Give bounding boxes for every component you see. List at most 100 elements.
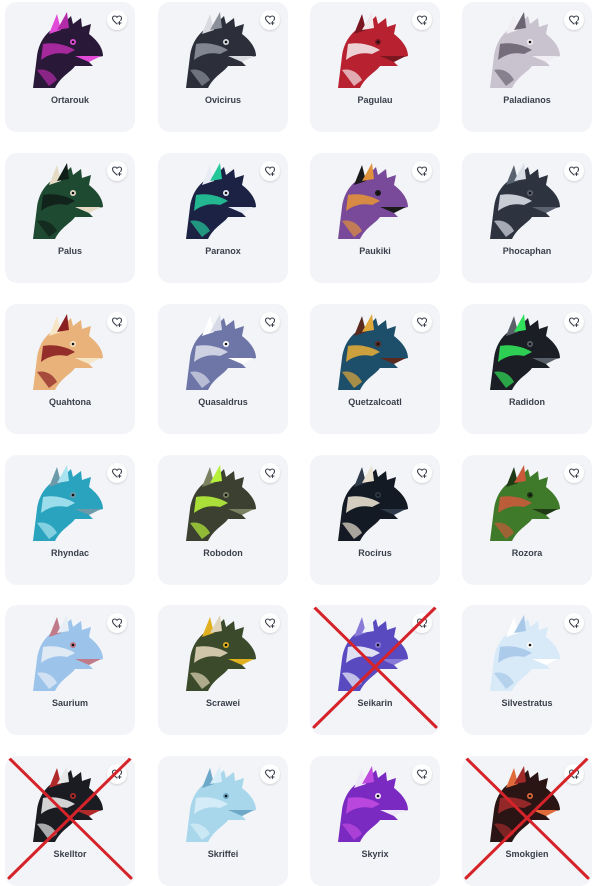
dragon-name: Saurium [51, 698, 88, 708]
dragon-card[interactable]: Robodon [158, 455, 288, 585]
dragon-card[interactable]: Saurium [5, 605, 135, 735]
dragon-portrait [180, 463, 258, 543]
dragon-card[interactable]: Paukiki [310, 153, 440, 283]
dragon-name: Rocirus [358, 548, 392, 558]
dragon-card[interactable]: Ovicirus [158, 2, 288, 132]
favorite-button[interactable] [412, 312, 432, 332]
favorite-button[interactable] [107, 613, 127, 633]
dragon-portrait [180, 161, 258, 241]
heart-plus-icon [111, 617, 123, 629]
dragon-card[interactable]: Silvestratus [462, 605, 592, 735]
favorite-button[interactable] [107, 312, 127, 332]
heart-plus-icon [568, 617, 580, 629]
favorite-button[interactable] [564, 161, 584, 181]
favorite-button[interactable] [564, 613, 584, 633]
favorite-button[interactable] [564, 312, 584, 332]
favorite-button[interactable] [564, 764, 584, 784]
dragon-card[interactable]: Smokgien [462, 756, 592, 886]
dragon-name: Palus [57, 246, 82, 256]
dragon-card[interactable]: Rhyndac [5, 455, 135, 585]
dragon-name: Smokgien [505, 849, 549, 859]
heart-plus-icon [416, 316, 428, 328]
dragon-card[interactable]: Ortarouk [5, 2, 135, 132]
dragon-name: Scrawei [205, 698, 241, 708]
heart-plus-icon [568, 768, 580, 780]
dragon-portrait [27, 613, 105, 693]
heart-plus-icon [264, 316, 276, 328]
favorite-button[interactable] [412, 613, 432, 633]
dragon-name: Pagulau [357, 95, 393, 105]
favorite-button[interactable] [260, 10, 280, 30]
favorite-button[interactable] [412, 10, 432, 30]
favorite-button[interactable] [260, 764, 280, 784]
dragon-name: Ortarouk [50, 95, 89, 105]
favorite-button[interactable] [564, 463, 584, 483]
heart-plus-icon [264, 467, 276, 479]
dragon-name: Robodon [203, 548, 243, 558]
favorite-button[interactable] [107, 161, 127, 181]
heart-plus-icon [264, 768, 276, 780]
dragon-portrait [484, 764, 562, 844]
heart-plus-icon [111, 316, 123, 328]
dragon-portrait [27, 312, 105, 392]
dragon-card[interactable]: Quetzalcoatl [310, 304, 440, 434]
dragon-name: Quasaldrus [198, 397, 248, 407]
dragon-name: Paladianos [503, 95, 551, 105]
dragon-card[interactable]: Paladianos [462, 2, 592, 132]
dragon-name: Rhyndac [50, 548, 89, 558]
dragon-name: Paukiki [359, 246, 391, 256]
dragon-card[interactable]: Scrawei [158, 605, 288, 735]
dragon-card[interactable]: Radidon [462, 304, 592, 434]
heart-plus-icon [568, 316, 580, 328]
dragon-card[interactable]: Phocaphan [462, 153, 592, 283]
heart-plus-icon [111, 768, 123, 780]
dragon-portrait [27, 10, 105, 90]
heart-plus-icon [416, 768, 428, 780]
favorite-button[interactable] [107, 463, 127, 483]
dragon-portrait [332, 613, 410, 693]
dragon-portrait [484, 463, 562, 543]
heart-plus-icon [416, 165, 428, 177]
dragon-card[interactable]: Paranox [158, 153, 288, 283]
favorite-button[interactable] [412, 463, 432, 483]
dragon-card[interactable]: Palus [5, 153, 135, 283]
dragon-card[interactable]: Skyrix [310, 756, 440, 886]
dragon-name: Quahtona [49, 397, 91, 407]
dragon-portrait [484, 312, 562, 392]
dragon-portrait [180, 312, 258, 392]
heart-plus-icon [568, 14, 580, 26]
dragon-portrait [27, 161, 105, 241]
dragon-card[interactable]: Quahtona [5, 304, 135, 434]
dragon-portrait [332, 463, 410, 543]
favorite-button[interactable] [564, 10, 584, 30]
favorite-button[interactable] [412, 161, 432, 181]
favorite-button[interactable] [260, 463, 280, 483]
favorite-button[interactable] [260, 161, 280, 181]
dragon-card[interactable]: Skriffei [158, 756, 288, 886]
dragon-name: Skelltor [53, 849, 87, 859]
favorite-button[interactable] [107, 10, 127, 30]
favorite-button[interactable] [260, 613, 280, 633]
heart-plus-icon [416, 467, 428, 479]
heart-plus-icon [264, 617, 276, 629]
dragon-portrait [332, 764, 410, 844]
dragon-name: Phocaphan [502, 246, 552, 256]
dragon-name: Paranox [205, 246, 241, 256]
dragon-card[interactable]: Pagulau [310, 2, 440, 132]
favorite-button[interactable] [412, 764, 432, 784]
dragon-card[interactable]: Rocirus [310, 455, 440, 585]
dragon-card[interactable]: Seikarin [310, 605, 440, 735]
dragon-card[interactable]: Rozora [462, 455, 592, 585]
heart-plus-icon [264, 14, 276, 26]
heart-plus-icon [111, 165, 123, 177]
dragon-portrait [484, 613, 562, 693]
dragon-card[interactable]: Skelltor [5, 756, 135, 886]
dragon-card[interactable]: Quasaldrus [158, 304, 288, 434]
heart-plus-icon [416, 14, 428, 26]
favorite-button[interactable] [107, 764, 127, 784]
heart-plus-icon [111, 14, 123, 26]
dragon-portrait [27, 463, 105, 543]
dragon-portrait [332, 10, 410, 90]
dragon-portrait [27, 764, 105, 844]
favorite-button[interactable] [260, 312, 280, 332]
